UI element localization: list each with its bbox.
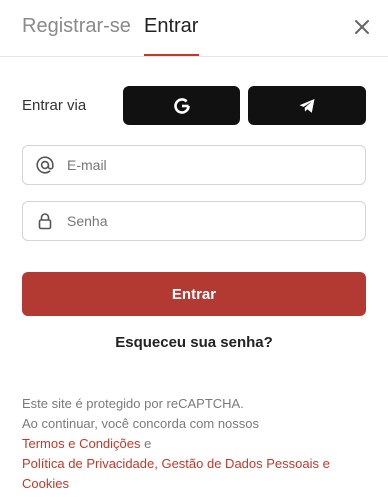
tab-login[interactable]: Entrar xyxy=(144,13,198,39)
login-via-label: Entrar via xyxy=(22,97,87,114)
tab-register[interactable]: Registrar-se xyxy=(22,13,131,39)
forgot-password-link[interactable]: Esqueceu sua senha? xyxy=(0,334,388,351)
and-text: e xyxy=(140,436,152,451)
telegram-login-button[interactable] xyxy=(248,86,366,125)
recaptcha-notice: Este site é protegido por reCAPTCHA. xyxy=(22,396,244,411)
login-submit-button[interactable]: Entrar xyxy=(22,272,366,316)
privacy-policy-link[interactable]: Política de Privacidade, Gestão de Dados… xyxy=(22,456,330,491)
close-icon xyxy=(355,20,369,34)
close-button[interactable] xyxy=(350,15,374,39)
auth-header: Registrar-se Entrar xyxy=(0,0,388,57)
consent-notice: Ao continuar, você concorda com nossos xyxy=(22,416,260,431)
google-login-button[interactable] xyxy=(123,86,240,125)
active-tab-indicator xyxy=(144,54,199,56)
password-input[interactable] xyxy=(67,202,357,240)
at-sign-icon xyxy=(35,155,55,175)
legal-links-line: Termos e Condições e xyxy=(22,434,372,454)
legal-notice: Este site é protegido por reCAPTCHA. Ao … xyxy=(22,394,372,494)
google-icon xyxy=(173,97,190,114)
lock-icon xyxy=(35,211,55,231)
password-field xyxy=(22,201,366,241)
email-input[interactable] xyxy=(67,146,357,184)
email-field xyxy=(22,145,366,185)
telegram-icon xyxy=(299,98,315,113)
terms-link[interactable]: Termos e Condições xyxy=(22,436,141,451)
